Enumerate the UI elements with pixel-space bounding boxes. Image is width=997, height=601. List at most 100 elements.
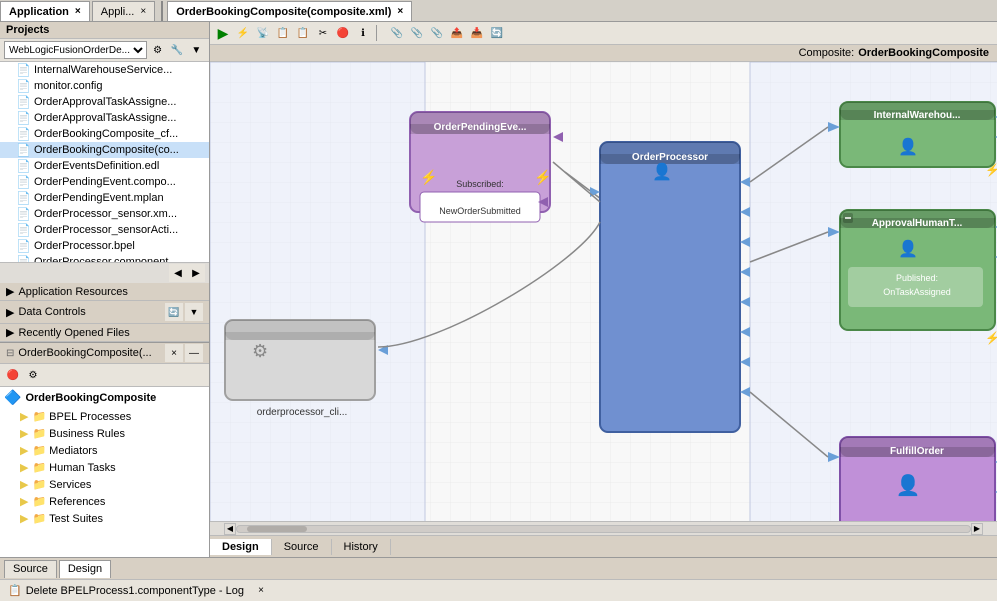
- tree-item-5[interactable]: 📄 OrderBookingComposite(co...: [0, 142, 209, 158]
- tab-application[interactable]: Application ×: [0, 1, 90, 21]
- scrollbar-track[interactable]: [236, 525, 971, 533]
- svg-text:👤: 👤: [652, 162, 672, 181]
- canvas-tab-design-label: Design: [222, 541, 259, 553]
- run-btn[interactable]: ▶: [214, 24, 232, 42]
- projects-tree: 📄 InternalWarehouseService... 📄 monitor.…: [0, 62, 209, 262]
- tree-label-11: OrderProcessor.bpel: [34, 240, 135, 252]
- file-icon-6: 📄: [16, 159, 31, 173]
- data-controls-btn2[interactable]: ▼: [185, 303, 203, 321]
- status-tab-source[interactable]: Source: [4, 560, 57, 578]
- toolbar-btn-m[interactable]: 🔄: [488, 24, 506, 42]
- tree-item-11[interactable]: 📄 OrderProcessor.bpel: [0, 238, 209, 254]
- struct-ts[interactable]: ▶ 📁 Test Suites: [0, 510, 209, 527]
- toolbar-btn-1[interactable]: ⚙: [149, 41, 166, 59]
- tree-label-5: OrderBookingComposite(co...: [34, 144, 179, 156]
- tab-composite[interactable]: OrderBookingComposite(composite.xml) ×: [167, 1, 412, 21]
- scrollbar-thumb[interactable]: [247, 526, 307, 532]
- canvas-scrollbar[interactable]: ◀ ▶: [210, 521, 997, 535]
- tree-item-3[interactable]: 📄 OrderApprovalTaskAssigne...: [0, 110, 209, 126]
- tree-item-12[interactable]: 📄 OrderProcessor.component...: [0, 254, 209, 262]
- toolbar-btn-a[interactable]: ⚡: [234, 24, 252, 42]
- tree-item-10[interactable]: 📄 OrderProcessor_sensorActi...: [0, 222, 209, 238]
- struct-btn1[interactable]: 🔴: [4, 366, 22, 384]
- canvas-tab-history[interactable]: History: [332, 539, 391, 555]
- scroll-left-btn[interactable]: ◀: [224, 523, 236, 535]
- struct-ts-arrow: ▶: [20, 512, 28, 525]
- tab-composite-close[interactable]: ×: [397, 6, 403, 17]
- scroll-down[interactable]: ▶: [187, 264, 205, 282]
- file-icon-3: 📄: [16, 111, 31, 125]
- struct-ref[interactable]: ▶ 📁 References: [0, 493, 209, 510]
- structure-min[interactable]: —: [185, 344, 203, 362]
- struct-btn2[interactable]: ⚙: [24, 366, 42, 384]
- scroll-right-btn[interactable]: ▶: [971, 523, 983, 535]
- toolbar-btn-e[interactable]: ✂: [314, 24, 332, 42]
- projects-header: Projects: [0, 22, 209, 39]
- structure-panel: ⊟ OrderBookingComposite(... × — 🔴 ⚙ 🔷 Or…: [0, 342, 209, 557]
- tree-label-4: OrderBookingComposite_cf...: [34, 128, 178, 140]
- svg-text:ApprovalHumanT...: ApprovalHumanT...: [872, 218, 963, 229]
- struct-ht[interactable]: ▶ 📁 Human Tasks: [0, 459, 209, 476]
- status-tab-design[interactable]: Design: [59, 560, 111, 578]
- struct-br-label: Business Rules: [49, 428, 125, 440]
- svg-text:OnTaskAssigned: OnTaskAssigned: [883, 287, 951, 297]
- file-icon-12: 📄: [16, 255, 31, 262]
- tree-label-3: OrderApprovalTaskAssigne...: [34, 112, 176, 124]
- scroll-up[interactable]: ◀: [169, 264, 187, 282]
- toolbar-btn-b[interactable]: 📡: [254, 24, 272, 42]
- toolbar-btn-j[interactable]: 📎: [428, 24, 446, 42]
- toolbar-btn-d[interactable]: 📋: [294, 24, 312, 42]
- file-icon-8: 📄: [16, 191, 31, 205]
- struct-ht-label: Human Tasks: [49, 462, 115, 474]
- canvas-tab-source[interactable]: Source: [272, 539, 332, 555]
- log-label: Delete BPELProcess1.componentType - Log: [26, 585, 244, 597]
- tree-item-1[interactable]: 📄 monitor.config: [0, 78, 209, 94]
- toolbar-btn-2[interactable]: 🔧: [168, 41, 185, 59]
- tree-item-8[interactable]: 📄 OrderPendingEvent.mplan: [0, 190, 209, 206]
- toolbar-btn-g[interactable]: ℹ: [354, 24, 372, 42]
- log-icon: 📋: [8, 584, 22, 597]
- struct-ts-label: Test Suites: [49, 513, 103, 525]
- struct-bpel[interactable]: ▶ 📁 BPEL Processes: [0, 408, 209, 425]
- app-resources-header[interactable]: ▶ Application Resources: [0, 283, 209, 300]
- structure-header: ⊟ OrderBookingComposite(... × —: [0, 343, 209, 364]
- structure-close[interactable]: ×: [165, 344, 183, 362]
- toolbar-btn-filter[interactable]: ▼: [188, 41, 205, 59]
- toolbar-btn-k[interactable]: 📤: [448, 24, 466, 42]
- projects-label: Projects: [6, 24, 49, 36]
- project-dropdown[interactable]: WebLogicFusionOrderDe...: [4, 41, 147, 59]
- tree-item-4[interactable]: 📄 OrderBookingComposite_cf...: [0, 126, 209, 142]
- struct-med[interactable]: ▶ 📁 Mediators: [0, 442, 209, 459]
- struct-root[interactable]: 🔷 OrderBookingComposite: [0, 387, 209, 408]
- tab-appli-close[interactable]: ×: [140, 6, 146, 17]
- svg-text:OrderProcessor: OrderProcessor: [632, 152, 708, 163]
- toolbar-btn-h[interactable]: 📎: [388, 24, 406, 42]
- canvas-tab-source-label: Source: [284, 541, 319, 553]
- toolbar-btn-i[interactable]: 📎: [408, 24, 426, 42]
- data-controls-btn1[interactable]: 🔄: [165, 303, 183, 321]
- struct-med-arrow: ▶: [20, 444, 28, 457]
- struct-br[interactable]: ▶ 📁 Business Rules: [0, 425, 209, 442]
- tab-application-close[interactable]: ×: [75, 6, 81, 17]
- recent-files-header[interactable]: ▶ Recently Opened Files: [0, 324, 209, 341]
- tree-item-2[interactable]: 📄 OrderApprovalTaskAssigne...: [0, 94, 209, 110]
- toolbar-btn-f[interactable]: 🔴: [334, 24, 352, 42]
- tree-item-7[interactable]: 📄 OrderPendingEvent.compo...: [0, 174, 209, 190]
- struct-root-label: OrderBookingComposite: [25, 392, 156, 404]
- main-layout: Projects WebLogicFusionOrderDe... ⚙ 🔧 ▼ …: [0, 22, 997, 557]
- data-controls-header[interactable]: ▶ Data Controls 🔄 ▼: [0, 301, 209, 323]
- toolbar-btn-l[interactable]: 📥: [468, 24, 486, 42]
- canvas-header: Composite: OrderBookingComposite: [210, 45, 997, 62]
- log-close[interactable]: ×: [252, 582, 270, 600]
- struct-svc[interactable]: ▶ 📁 Services: [0, 476, 209, 493]
- tree-item-9[interactable]: 📄 OrderProcessor_sensor.xm...: [0, 206, 209, 222]
- app-resources-arrow: ▶: [6, 285, 14, 298]
- tab-appli[interactable]: Appli... ×: [92, 1, 155, 21]
- tree-item-0[interactable]: 📄 InternalWarehouseService...: [0, 62, 209, 78]
- toolbar-btn-c[interactable]: 📋: [274, 24, 292, 42]
- recent-files-label: Recently Opened Files: [18, 327, 129, 339]
- tree-item-6[interactable]: 📄 OrderEventsDefinition.edl: [0, 158, 209, 174]
- canvas-tab-design[interactable]: Design: [210, 539, 272, 555]
- canvas-body[interactable]: ⚙ orderprocessor_cli... ⚡ ⚡ OrderPending…: [210, 62, 997, 521]
- struct-med-label: Mediators: [49, 445, 97, 457]
